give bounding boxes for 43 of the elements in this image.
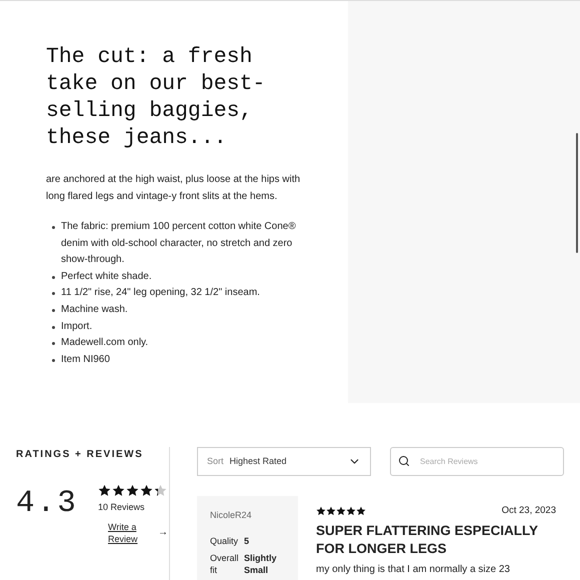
star-icon	[346, 506, 356, 516]
search-field[interactable]: Search Reviews	[390, 447, 564, 476]
review-headline: SUPER FLATTERING ESPECIALLY FOR LONGER LEGS	[316, 522, 539, 558]
feature-text: Machine wash.	[61, 302, 128, 317]
review-text: my only thing is that I am normally a size 23	[316, 564, 511, 576]
write-review-link[interactable]: Write a Review	[108, 520, 144, 544]
bullet-icon	[52, 326, 55, 329]
star-icon	[336, 506, 346, 516]
reviewer-name: NicoleR24	[210, 509, 253, 522]
search-icon	[398, 455, 410, 467]
star-icon	[98, 484, 111, 497]
bullet-icon	[52, 342, 55, 346]
star-icon	[126, 484, 139, 497]
feature-text: Import.	[61, 320, 92, 334]
arrow-icon: →	[158, 525, 168, 540]
bullet-icon	[52, 226, 55, 229]
attribute-label: Quality	[210, 534, 240, 546]
bullet-icon	[52, 358, 55, 362]
star-icon	[140, 484, 153, 497]
attribute-value: 5	[244, 534, 250, 546]
feature-text: Madewell.com only.	[61, 336, 148, 350]
sort-dropdown[interactable]: Sort Highest Rated	[197, 447, 371, 476]
attribute-label: Overall fit	[210, 552, 240, 576]
scrollbar-thumb[interactable]	[576, 133, 578, 253]
average-rating: 4.3	[16, 486, 79, 523]
star-icon	[316, 506, 326, 516]
feature-text: Perfect white shade.	[61, 270, 152, 284]
star-icon	[326, 506, 336, 516]
description-heading: The cut: a fresh take on our best-selling baggies, these jeans...	[46, 44, 266, 152]
star-icon	[154, 484, 167, 497]
star-icon	[112, 484, 125, 497]
feature-text: Item NI960	[61, 352, 110, 367]
attribute-value: Slightly Small	[244, 552, 278, 576]
star-icon	[356, 506, 366, 516]
section-title: RATINGS + REVIEWS	[16, 448, 144, 462]
feature-text: 11 1/2" rise, 24" leg opening, 32 1/2" inseam.	[61, 286, 260, 300]
review-date: Oct 23, 2023	[502, 504, 556, 518]
bullet-icon	[52, 276, 55, 279]
feature-text: The fabric: premium 100 percent cotton white Cone® denim with old-school character, no stretch and zero show-through.	[61, 220, 297, 268]
bullet-icon	[52, 292, 55, 296]
review-count: 10 Reviews	[98, 501, 146, 514]
bullet-icon	[52, 308, 55, 312]
description-text: are anchored at the high waist, plus loose at the hips with long flared legs and vintage-y front slits at the hems.	[46, 173, 302, 204]
